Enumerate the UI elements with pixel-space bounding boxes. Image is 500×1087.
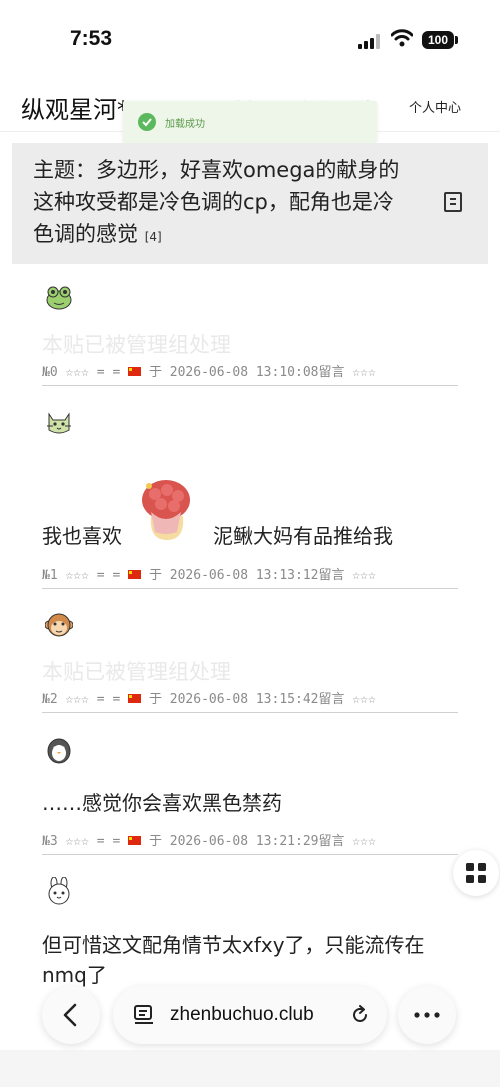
post-3-meta-prefix: №3 ☆☆☆ = = xyxy=(42,834,121,849)
more-dots-icon xyxy=(414,1012,440,1018)
post-3-meta: №3 ☆☆☆ = = 于 2026-06-08 13:21:29留言 ☆☆☆ xyxy=(42,830,376,849)
topic-title: 主题：多边形，好喜欢omega的献身的 这种攻受都是冷色调的cp，配角也是冷 色… xyxy=(33,154,433,253)
frog-avatar-icon[interactable] xyxy=(45,283,73,311)
wifi-icon xyxy=(390,29,414,51)
status-time: 7:53 xyxy=(70,27,113,50)
post-4-content-line-1: 但可惜这文配角情节太xfxy了，只能流传在 xyxy=(42,933,425,957)
reload-icon[interactable] xyxy=(350,1005,370,1025)
post-divider xyxy=(42,854,458,855)
success-toast: 加载成功 xyxy=(123,101,377,143)
reader-view-icon[interactable] xyxy=(133,1005,155,1025)
topic-title-line-1: 主题：多边形，好喜欢omega的献身的 xyxy=(33,158,400,182)
china-flag-icon xyxy=(128,367,142,376)
topic-box: 主题：多边形，好喜欢omega的献身的 这种攻受都是冷色调的cp，配角也是冷 色… xyxy=(12,143,488,264)
post-4-content-line-2: nmq了 xyxy=(42,963,107,987)
flower-bouquet-sticker-icon xyxy=(137,476,195,542)
post-1-meta-prefix: №1 ☆☆☆ = = xyxy=(42,568,121,583)
penguin-avatar-icon[interactable] xyxy=(45,736,73,764)
cellular-signal-icon xyxy=(358,33,384,49)
back-button[interactable] xyxy=(42,986,100,1044)
monkey-avatar-icon[interactable] xyxy=(44,611,74,639)
bottom-bar-background xyxy=(0,1050,500,1087)
post-3-content: ……感觉你会喜欢黑色禁药 xyxy=(42,791,282,815)
post-2-meta-suffix: 于 2026-06-08 13:15:42留言 ☆☆☆ xyxy=(148,692,376,707)
check-circle-icon xyxy=(138,113,156,131)
post-2-meta: №2 ☆☆☆ = = 于 2026-06-08 13:15:42留言 ☆☆☆ xyxy=(42,688,376,707)
cat-avatar-icon[interactable] xyxy=(45,408,73,436)
post-divider xyxy=(42,588,458,589)
china-flag-icon xyxy=(128,836,142,845)
battery-nub xyxy=(455,36,458,44)
post-2-meta-prefix: №2 ☆☆☆ = = xyxy=(42,692,121,707)
post-0-meta-suffix: 于 2026-06-08 13:10:08留言 ☆☆☆ xyxy=(148,365,376,380)
reply-count: [4] xyxy=(144,230,162,244)
toast-message: 加载成功 xyxy=(165,119,205,130)
post-2-deleted-notice: 本贴已被管理组处理 xyxy=(42,660,231,684)
more-options-button[interactable] xyxy=(398,986,456,1044)
post-0-meta-prefix: №0 ☆☆☆ = = xyxy=(42,365,121,380)
post-divider xyxy=(42,385,458,386)
post-1-meta-suffix: 于 2026-06-08 13:13:12留言 ☆☆☆ xyxy=(148,568,376,583)
url-text[interactable]: zhenbuchuo.club xyxy=(170,1004,314,1026)
post-1-content-part-1: 我也喜欢 xyxy=(42,524,122,548)
post-3-meta-suffix: 于 2026-06-08 13:21:29留言 ☆☆☆ xyxy=(148,834,376,849)
nav-personal-center[interactable]: 个人中心 xyxy=(409,97,461,116)
post-1-meta: №1 ☆☆☆ = = 于 2026-06-08 13:13:12留言 ☆☆☆ xyxy=(42,564,376,583)
site-title[interactable]: 纵观星河* xyxy=(21,90,129,125)
topic-title-line-3: 色调的感觉 xyxy=(33,222,138,246)
post-1-content-part-2: 泥鳅大妈有品推给我 xyxy=(213,524,393,548)
bookmark-icon[interactable] xyxy=(442,191,464,213)
grid-menu-button[interactable] xyxy=(453,850,499,896)
post-0-meta: №0 ☆☆☆ = = 于 2026-06-08 13:10:08留言 ☆☆☆ xyxy=(42,361,376,380)
grid-icon xyxy=(466,863,486,883)
post-0-deleted-notice: 本贴已被管理组处理 xyxy=(42,333,231,357)
topic-title-line-2: 这种攻受都是冷色调的cp，配角也是冷 xyxy=(33,190,394,214)
address-bar[interactable]: zhenbuchuo.club xyxy=(113,986,387,1044)
china-flag-icon xyxy=(128,570,142,579)
post-divider xyxy=(42,712,458,713)
rabbit-avatar-icon[interactable] xyxy=(45,876,73,905)
battery-icon: 100 xyxy=(422,31,454,49)
chevron-left-icon xyxy=(63,1003,77,1027)
china-flag-icon xyxy=(128,694,142,703)
